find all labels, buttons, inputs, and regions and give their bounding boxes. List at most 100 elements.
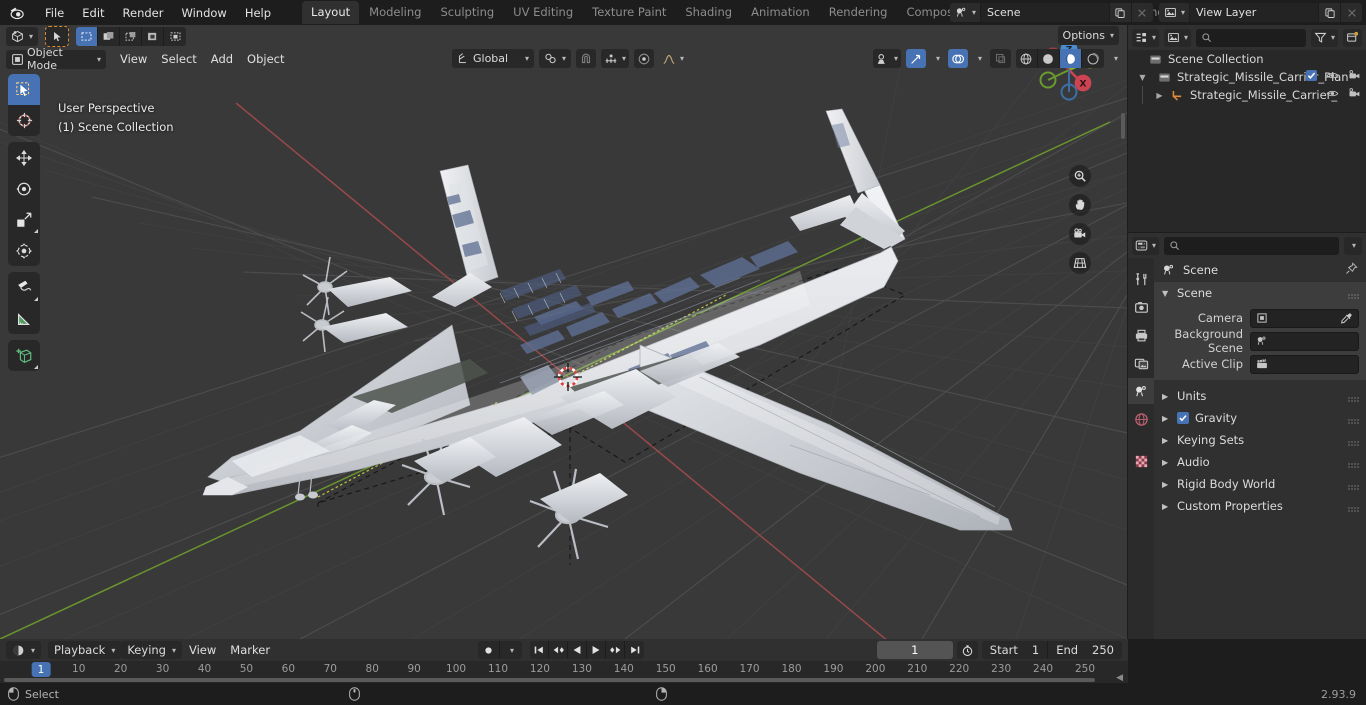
transform-orientation-selector[interactable]: Global ▾ <box>452 49 534 68</box>
background-scene-field[interactable] <box>1250 331 1359 351</box>
eye-icon[interactable] <box>1326 69 1339 85</box>
proportional-edit-toggle[interactable] <box>634 49 655 68</box>
tool-measure[interactable] <box>8 303 40 334</box>
viewlayer-new-button[interactable] <box>1318 3 1340 22</box>
menu-help[interactable]: Help <box>236 3 280 23</box>
zoom-view-button[interactable] <box>1069 165 1091 187</box>
eye-icon[interactable] <box>1326 87 1339 103</box>
menu-render[interactable]: Render <box>114 3 173 23</box>
panel-header-gravity[interactable]: ▶ Gravity <box>1154 407 1366 429</box>
camera-render-icon[interactable] <box>1348 69 1361 85</box>
options-button[interactable]: Options ▾ <box>1057 26 1119 45</box>
menu-edit[interactable]: Edit <box>73 3 113 23</box>
panel-header-custom-properties[interactable]: ▶ Custom Properties <box>1154 495 1366 517</box>
xray-toggle[interactable] <box>989 49 1011 68</box>
tab-layout[interactable]: Layout <box>302 1 360 24</box>
timeline-ruler[interactable]: 10 20 30 40 50 60 70 80 90 100 110 120 130 140 150 160 1… <box>0 661 1128 679</box>
blender-logo-icon[interactable] <box>8 4 26 22</box>
visibility-selector[interactable]: ▾ <box>872 49 901 68</box>
move-view-button[interactable] <box>1069 194 1091 216</box>
select-extend-mode[interactable] <box>98 27 121 46</box>
viewlayer-browse-button[interactable]: ▾ <box>1158 3 1190 22</box>
viewlayer-unlink-button[interactable] <box>1340 3 1362 22</box>
tool-transform[interactable] <box>8 235 40 266</box>
overlays-toggle[interactable] <box>947 49 968 68</box>
outliner-row-scene-collection[interactable]: Scene Collection <box>1128 50 1366 68</box>
active-tool-indicator[interactable] <box>45 26 70 47</box>
timeline-editor[interactable]: ▾ Playback ▾ Keying ▾ View Marker ▾ 1 St… <box>0 639 1128 683</box>
tool-rotate[interactable] <box>8 173 40 204</box>
viewport-scrollbar-vertical[interactable] <box>1121 113 1125 139</box>
play-button[interactable] <box>587 641 606 659</box>
auto-keying-dropdown[interactable]: ▾ <box>500 641 522 659</box>
frame-range-group[interactable]: Start 1 End 250 <box>981 641 1122 659</box>
jump-to-end-button[interactable] <box>625 641 644 659</box>
outliner-search-input[interactable] <box>1196 28 1306 47</box>
select-set-mode[interactable] <box>76 27 99 46</box>
twisty-open-icon[interactable]: ▼ <box>1136 73 1149 82</box>
overlays-dropdown[interactable]: ▾ <box>973 49 985 68</box>
viewport-menu-view[interactable]: View <box>113 49 154 69</box>
auto-keying-toggle[interactable] <box>478 641 500 659</box>
end-frame-field[interactable]: End 250 <box>1048 641 1122 659</box>
gravity-checkbox[interactable] <box>1177 412 1189 424</box>
falloff-selector[interactable]: ▾ <box>659 49 687 68</box>
viewport-menu-object[interactable]: Object <box>240 49 291 69</box>
camera-view-button[interactable] <box>1069 223 1091 245</box>
timeline-menu-view[interactable]: View <box>182 640 223 660</box>
tab-texture-paint[interactable]: Texture Paint <box>583 1 675 24</box>
object-mode-selector[interactable]: Object Mode ▾ <box>6 46 106 72</box>
outliner-filter-button[interactable]: ▾ <box>1310 28 1338 47</box>
timeline-menu-keying[interactable]: Keying ▾ <box>121 641 182 659</box>
scene-unlink-button[interactable] <box>1130 3 1153 22</box>
gizmo-toggle[interactable] <box>905 49 926 68</box>
playhead-indicator[interactable]: 1 <box>31 662 51 677</box>
panel-header-audio[interactable]: ▶ Audio <box>1154 451 1366 473</box>
current-frame-field[interactable]: 1 <box>876 641 953 659</box>
tab-world[interactable] <box>1128 406 1154 432</box>
tab-texture[interactable] <box>1128 448 1154 474</box>
scene-browse-button[interactable]: ▾ <box>949 3 981 22</box>
gizmo-dropdown[interactable]: ▾ <box>931 49 943 68</box>
use-preview-range-toggle[interactable] <box>956 641 978 659</box>
properties-search-input[interactable] <box>1164 236 1339 255</box>
outliner-new-collection-button[interactable] <box>1343 28 1362 47</box>
pin-icon[interactable] <box>1345 262 1358 278</box>
play-reverse-button[interactable] <box>568 641 587 659</box>
outliner-editor-type-button[interactable]: ▾ <box>1132 28 1160 47</box>
tool-add-cube[interactable] <box>8 340 40 371</box>
timeline-scrollbar-horizontal[interactable] <box>4 678 1095 682</box>
tab-render[interactable] <box>1128 294 1154 320</box>
panel-header-units[interactable]: ▶ Units <box>1154 385 1366 407</box>
tab-view-layer[interactable] <box>1128 350 1154 376</box>
tool-cursor[interactable] <box>8 105 40 136</box>
outliner-row-object[interactable]: ▶ Strategic_Missile_Carrier_ <box>1128 86 1366 104</box>
viewlayer-name-field[interactable]: View Layer <box>1190 3 1318 22</box>
camera-render-icon[interactable] <box>1348 87 1361 103</box>
auto-keying-group[interactable]: ▾ <box>478 641 522 659</box>
outliner-row-collection[interactable]: ▼ Strategic_Missile_Carrier_Plan <box>1128 68 1366 86</box>
collection-checkbox[interactable] <box>1306 70 1317 84</box>
viewport-menu-add[interactable]: Add <box>204 49 240 69</box>
outliner-display-mode-button[interactable]: ▾ <box>1164 28 1192 47</box>
tab-tool[interactable] <box>1128 266 1154 292</box>
outliner-editor[interactable]: ▾ ▾ ▾ Scene Collection ▼ Strategic_Missi… <box>1128 25 1366 232</box>
viewport-menu-select[interactable]: Select <box>154 49 203 69</box>
snap-settings[interactable]: ▾ <box>601 49 630 68</box>
tab-modeling[interactable]: Modeling <box>360 1 430 24</box>
tab-sculpting[interactable]: Sculpting <box>431 1 503 24</box>
select-subtract-mode[interactable] <box>120 27 143 46</box>
properties-editor[interactable]: ▾ ▾ Scene ▼ Scene Camera Background Scen… <box>1128 233 1366 639</box>
shading-mode-group[interactable] <box>1015 49 1104 68</box>
eyedropper-icon[interactable] <box>1340 312 1353 328</box>
tab-uv-editing[interactable]: UV Editing <box>504 1 582 24</box>
shading-wireframe[interactable] <box>1016 49 1038 68</box>
timeline-editor-type-button[interactable]: ▾ <box>6 641 42 659</box>
start-frame-field[interactable]: Start 1 <box>982 641 1049 659</box>
shading-material-preview[interactable] <box>1059 49 1082 68</box>
jump-to-start-button[interactable] <box>530 641 549 659</box>
camera-field[interactable] <box>1250 308 1359 328</box>
panel-header-scene[interactable]: ▼ Scene <box>1154 282 1366 304</box>
next-keyframe-button[interactable] <box>606 641 625 659</box>
menu-window[interactable]: Window <box>172 3 235 23</box>
